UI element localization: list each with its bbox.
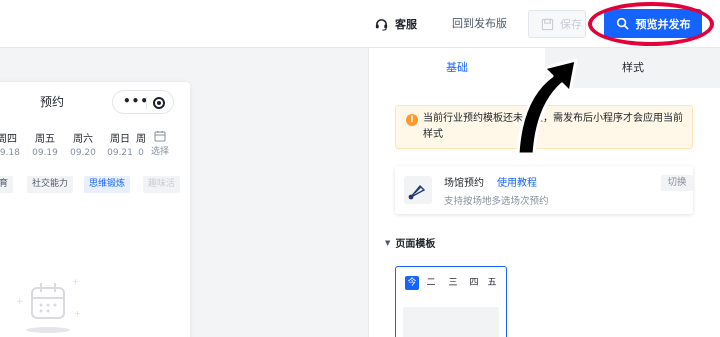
- day-item[interactable]: 周四 09.18: [0, 130, 24, 158]
- template-weekday: 今: [405, 276, 419, 290]
- tutorial-link[interactable]: 使用教程: [497, 174, 537, 189]
- page-template-section-header[interactable]: ▼ 页面模板: [385, 235, 436, 251]
- switch-template-button[interactable]: 切换: [661, 175, 693, 191]
- day-date: 09.20: [70, 148, 96, 158]
- revert-to-published-link[interactable]: 回到发布版: [452, 15, 507, 31]
- day-name: 周六: [73, 134, 93, 145]
- tab-style[interactable]: 样式: [545, 48, 720, 88]
- svg-text:+: +: [74, 309, 81, 318]
- day-item[interactable]: 周日 09.21: [103, 130, 137, 158]
- close-target-icon[interactable]: [153, 97, 165, 109]
- empty-state-calendar-icon: + + +: [16, 277, 81, 333]
- day-name: 周五: [35, 134, 55, 145]
- badminton-icon: [404, 176, 432, 204]
- template-weekday: 五: [487, 278, 497, 288]
- warning-icon: !: [406, 114, 418, 126]
- notice-text: 当前行业预约模板还未生效，需发布后小程序才会应用当前样式: [423, 113, 683, 140]
- day-date: 0: [138, 148, 144, 158]
- day-name: 周: [136, 134, 146, 145]
- save-label: 保存: [560, 18, 582, 31]
- calendar-icon: [154, 131, 166, 142]
- day-date: 09.21: [107, 148, 133, 158]
- page-template-option[interactable]: 今 二 三 四 五: [395, 266, 507, 337]
- day-item[interactable]: 周六 09.20: [66, 130, 100, 158]
- preview-publish-button[interactable]: 预览并发布: [604, 9, 702, 38]
- search-icon: [616, 17, 628, 30]
- date-picker-button[interactable]: 选择: [148, 130, 172, 157]
- template-weekday: 三: [448, 278, 458, 288]
- section-title: 页面模板: [395, 239, 436, 250]
- day-item[interactable]: 周 0: [135, 130, 147, 158]
- save-icon: [541, 18, 554, 30]
- top-bar: 客服 回到发布版 保存 预览并发布: [0, 0, 720, 48]
- settings-panel: 基础 样式 ! 当前行业预约模板还未生效，需发布后小程序才会应用当前样式 场馆预…: [368, 48, 720, 337]
- capsule-divider: [146, 97, 147, 109]
- venue-booking-desc: 支持按场地多选场次预约: [444, 196, 549, 207]
- day-date: 09.18: [0, 148, 20, 158]
- day-name: 周日: [110, 134, 130, 145]
- mini-program-capsule[interactable]: •••: [112, 90, 174, 114]
- panel-tabs: 基础 样式: [369, 48, 720, 88]
- venue-booking-title: 场馆预约: [444, 178, 484, 189]
- industry-template-card: 场馆预约 使用教程 支持按场地多选场次预约 切换: [395, 166, 693, 214]
- phone-page-title: 预约: [40, 95, 65, 109]
- save-button[interactable]: 保存: [528, 10, 586, 38]
- category-tag-active[interactable]: 思维锻炼: [84, 176, 131, 193]
- tab-basic[interactable]: 基础: [369, 48, 545, 88]
- template-weekday: 四: [469, 278, 479, 288]
- category-tag[interactable]: 育: [0, 176, 14, 193]
- category-tag[interactable]: 趣味活: [143, 176, 181, 193]
- customer-service-label: 客服: [395, 18, 417, 31]
- template-preview-body: [403, 307, 499, 337]
- svg-text:+: +: [16, 297, 24, 307]
- template-weekday: 二: [426, 278, 436, 288]
- day-date: 09.19: [32, 148, 58, 158]
- phone-preview: 预约 ••• 周四 09.18 周五 09.19 周六 09.20 周日 09.…: [0, 82, 190, 337]
- date-picker-label: 选择: [150, 147, 169, 157]
- headset-icon: [375, 18, 388, 31]
- svg-text:+: +: [72, 277, 79, 286]
- category-tabs: 育 社交能力 思维锻炼 趣味活: [0, 176, 190, 194]
- template-notice: ! 当前行业预约模板还未生效，需发布后小程序才会应用当前样式: [395, 105, 693, 149]
- caret-down-icon: ▼: [385, 238, 391, 247]
- day-name: 周四: [0, 134, 17, 145]
- customer-service-button[interactable]: 客服: [374, 14, 417, 34]
- day-item[interactable]: 周五 09.19: [28, 130, 62, 158]
- preview-publish-label: 预览并发布: [635, 17, 691, 31]
- category-tag[interactable]: 社交能力: [27, 176, 74, 193]
